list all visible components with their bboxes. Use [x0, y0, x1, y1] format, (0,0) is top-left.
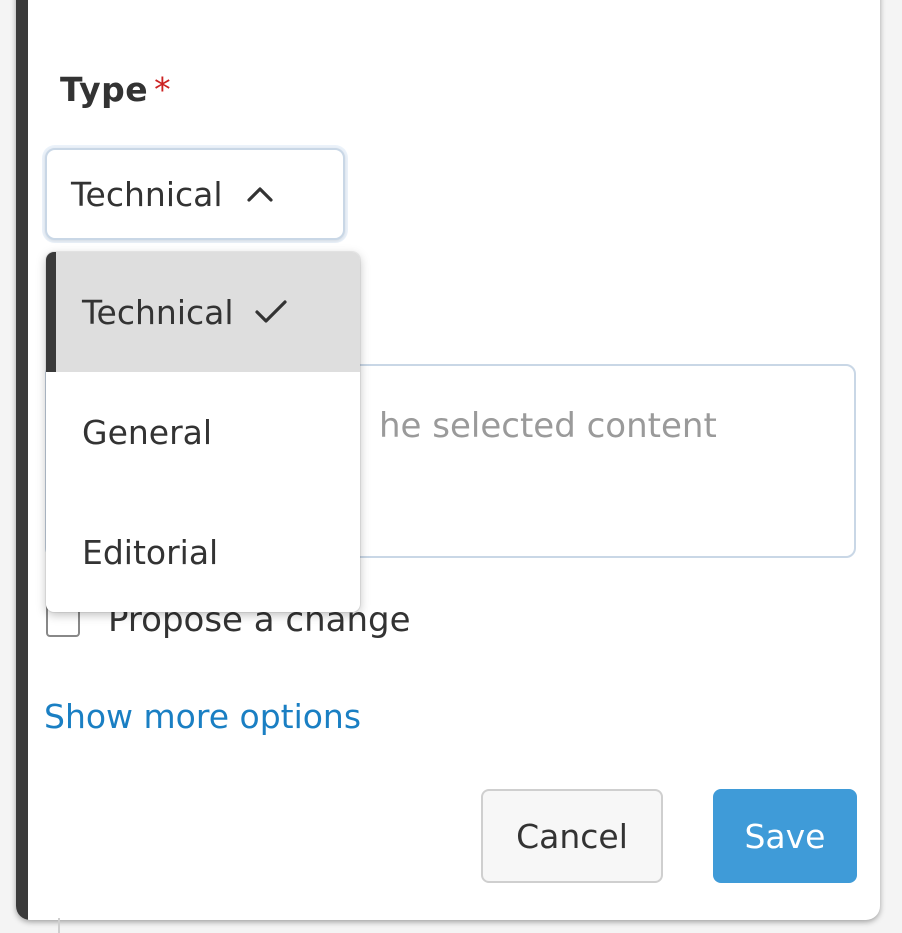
type-label-text: Type — [60, 70, 149, 109]
show-more-options-link[interactable]: Show more options — [44, 697, 361, 736]
required-marker: * — [154, 70, 172, 109]
type-option-general[interactable]: General — [46, 372, 360, 492]
comment-textarea-placeholder: he selected content — [379, 406, 717, 446]
save-button[interactable]: Save — [713, 789, 857, 883]
type-option-label: Editorial — [82, 532, 219, 572]
type-select-value: Technical — [71, 174, 223, 214]
background-divider — [58, 918, 60, 933]
type-option-technical[interactable]: Technical — [46, 252, 360, 372]
panel-left-accent-bar — [16, 0, 28, 920]
type-select[interactable]: Technical — [45, 148, 345, 240]
check-icon — [254, 300, 287, 323]
comment-form-panel: Type * Technical he selected content Prop… — [16, 0, 880, 920]
type-dropdown-menu: Technical General Editorial — [46, 252, 360, 612]
chevron-up-icon — [246, 187, 273, 202]
type-option-label: Technical — [82, 292, 234, 332]
cancel-button[interactable]: Cancel — [481, 789, 663, 883]
type-option-editorial[interactable]: Editorial — [46, 492, 360, 612]
screen: Type * Technical he selected content Prop… — [0, 0, 902, 933]
type-option-label: General — [82, 412, 213, 452]
type-field-label: Type * — [60, 70, 171, 109]
